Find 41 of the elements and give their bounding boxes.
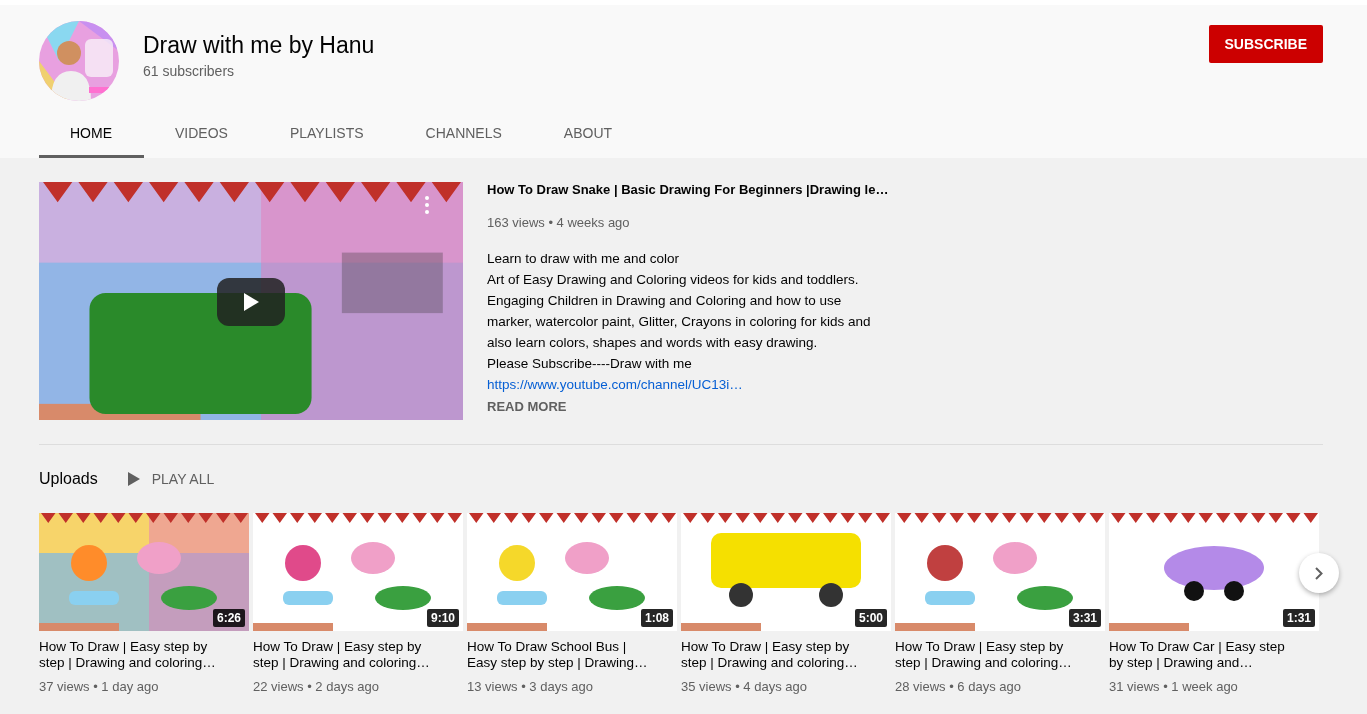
video-meta: 22 views • 2 days ago [253,679,380,694]
more-icon[interactable] [425,196,429,214]
next-button[interactable] [1299,553,1339,593]
tab[interactable]: CHANNELS [394,110,533,158]
video-title[interactable]: How To Draw Snake | Basic Drawing For Beginners |Drawing le… [487,182,907,197]
duration-badge: 9:10 [426,609,459,627]
video-title[interactable]: How To Draw | Easy step by step | Drawing and coloring… [681,639,867,671]
tab[interactable]: ABOUT [532,110,644,158]
chevron-right-icon [1315,566,1323,580]
description-text: Art of Easy Drawing and Coloring videos for kids and toddlers. [487,271,860,289]
play-icon[interactable] [217,278,285,326]
video-title[interactable]: How To Draw School Bus | Easy step by step | Drawing… [467,639,653,671]
video-meta: 163 views • 4 weeks ago [487,215,631,230]
duration-badge: 1:08 [640,609,673,627]
play-icon [127,472,140,486]
tab[interactable]: VIDEOS [144,110,259,158]
duration-badge: 1:31 [1282,609,1315,627]
tab[interactable]: HOME [39,110,144,158]
subscriber-count: 61 subscribers [143,62,236,79]
duration-badge: 3:31 [1068,609,1101,627]
video-title[interactable]: How To Draw | Easy step by step | Drawing and coloring… [895,639,1081,671]
play-all-button[interactable]: PLAY ALL [127,471,215,487]
tab[interactable]: PLAYLISTS [258,110,395,158]
channel-name: Draw with me by Hanu [143,31,376,59]
video-meta: 13 views • 3 days ago [467,679,594,694]
video-title[interactable]: How To Draw | Easy step by step | Drawing and coloring… [253,639,439,671]
video-meta: 35 views • 4 days ago [681,679,808,694]
subscribe-button[interactable]: SUBSCRIBE [1208,24,1323,63]
video-title[interactable]: How To Draw Car | Easy step by step | Drawing and… [1109,639,1295,671]
video-meta: 28 views • 6 days ago [895,679,1022,694]
description-text: Engaging Children in Drawing and Coloring and how to use marker, watercolor paint, Glitter, Crayons in coloring for kids and also learn colors, shapes and words with easy drawing. [487,292,872,352]
description-text: Learn to draw with me and color [487,250,681,268]
duration-badge: 5:00 [854,609,887,627]
video-meta: 37 views • 1 day ago [39,679,160,694]
duration-badge: 6:26 [212,609,245,627]
section-title[interactable]: Uploads [39,470,98,488]
video-meta: 31 views • 1 week ago [1109,679,1239,694]
video-title[interactable]: How To Draw | Easy step by step | Drawing and coloring… [39,639,225,671]
description-link[interactable]: https://www.youtube.com/channel/UC13i… [487,374,743,395]
read-more-link[interactable]: READ MORE [487,399,907,414]
description-text: Please Subscribe----Draw with me [487,355,693,373]
